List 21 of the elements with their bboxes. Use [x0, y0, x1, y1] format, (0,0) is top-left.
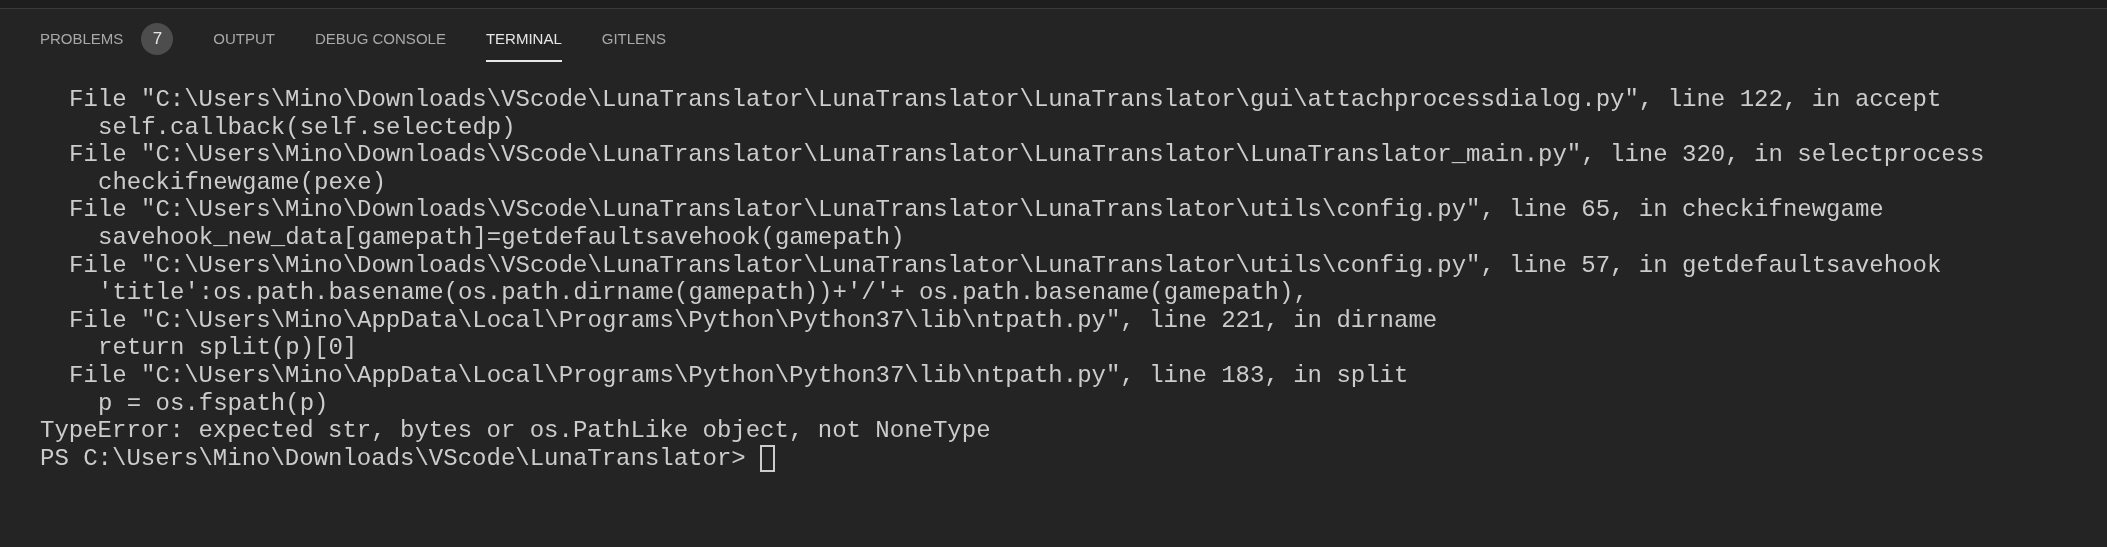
terminal-line: File "C:\Users\Mino\Downloads\VScode\LunaTranslator\LunaTranslator\LunaTranslator\utils\config.py", line 65, in checkifnewgame	[69, 196, 1884, 224]
terminal-line: File "C:\Users\Mino\Downloads\VScode\LunaTranslator\LunaTranslator\LunaTranslator\gui\attachprocessdialog.py", line 122, in accept	[69, 86, 1942, 113]
terminal-line: File "C:\Users\Mino\Downloads\VScode\LunaTranslator\LunaTranslator\LunaTranslator\LunaTranslator_main.py", line 320, in selectprocess	[69, 141, 1985, 169]
panel-tab[interactable]: OUTPUT	[213, 18, 276, 62]
terminal-line: File "C:\Users\Mino\AppData\Local\Programs\Python\Python37\lib\ntpath.py", line 221, in dirname	[69, 306, 1438, 334]
terminal-line: 'title':os.path.basename(os.path.dirname(gamepath))+'/'+ os.path.basename(gamepath),	[98, 279, 1308, 307]
terminal-line: self.callback(self.selectedp)	[98, 113, 516, 141]
terminal-line: return split(p)[0]	[98, 334, 358, 362]
terminal-line: savehook_new_data[gamepath]=getdefaultsavehook(gamepath)	[98, 223, 905, 251]
terminal-line: TypeError: expected str, bytes or os.PathLike object, not NoneType	[40, 417, 991, 445]
count-badge: 7	[141, 23, 174, 55]
terminal-line: p = os.fspath(p)	[98, 389, 329, 417]
terminal-line: File "C:\Users\Mino\Downloads\VScode\LunaTranslator\LunaTranslator\LunaTranslator\utils\config.py", line 57, in getdefaultsavehook	[69, 251, 1942, 279]
panel-tab[interactable]: TERMINAL	[485, 18, 562, 62]
cursor-icon	[759, 445, 775, 472]
terminal-line: File "C:\Users\Mino\AppData\Local\Programs\Python\Python37\lib\ntpath.py", line 183, in split	[69, 361, 1409, 389]
panel-tab[interactable]: PROBLEMS 7	[40, 18, 174, 62]
panel-tab[interactable]: GITLENS	[601, 18, 666, 62]
panel-tab[interactable]: DEBUG CONSOLE	[315, 18, 446, 62]
terminal-prompt: PS C:\Users\Mino\Downloads\VScode\LunaTranslator>	[40, 444, 746, 473]
terminal-line: checkifnewgame(pexe)	[98, 168, 387, 196]
